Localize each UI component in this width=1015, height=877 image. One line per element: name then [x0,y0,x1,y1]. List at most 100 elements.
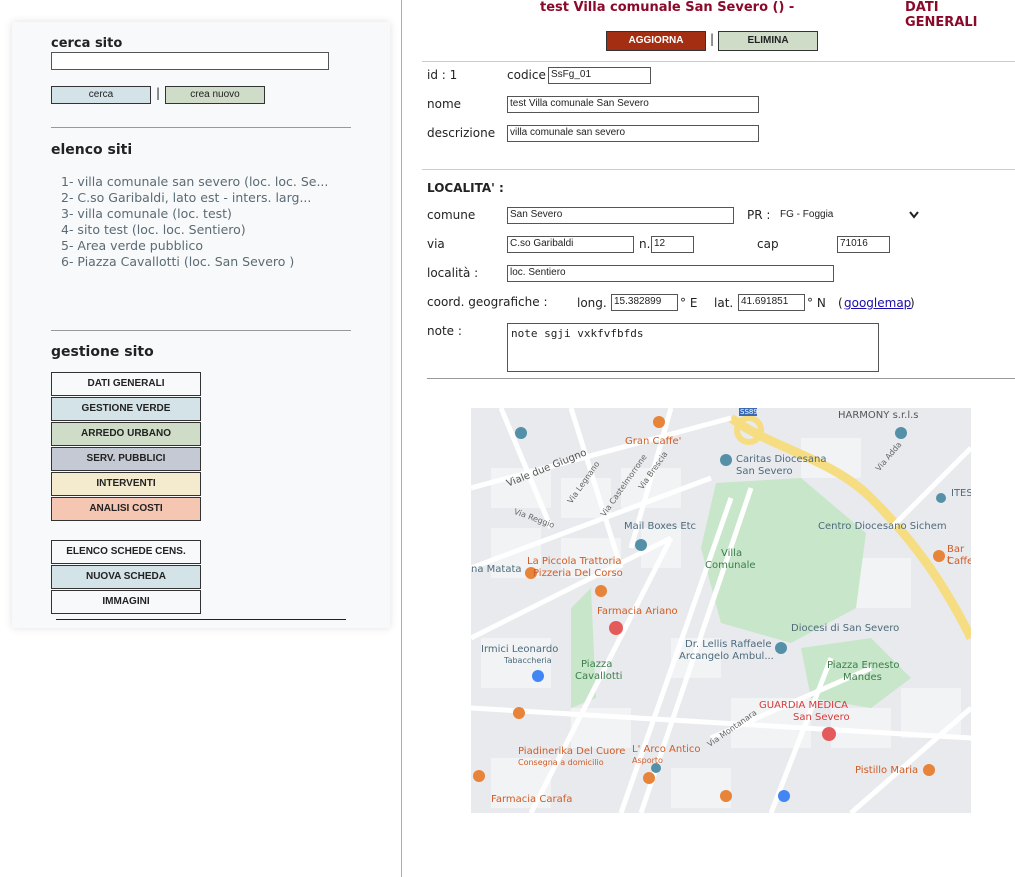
map-label: Farmacia Carafa [491,794,573,805]
note-textarea[interactable]: note sgji vxkfvfbfds [507,323,879,372]
number-label: n. [639,237,651,251]
name-field[interactable]: test Villa comunale San Severo [507,96,759,113]
divider [422,61,1015,62]
map-label: L' Arco Antico [632,744,701,755]
localita-field[interactable]: loc. Sentiero [507,265,834,282]
map-label: Tabaccheria [504,656,552,665]
map-label: San Severo [793,712,850,723]
menu-immagini[interactable]: IMMAGINI [51,590,201,614]
menu-arredo-urbano[interactable]: ARREDO URBANO [51,422,201,446]
map-label: Pistillo Maria [855,765,919,776]
coord-label: coord. geografiche : [427,295,548,309]
menu-interventi[interactable]: INTERVENTI [51,472,201,496]
latitude-field[interactable]: 41.691851 [738,294,805,311]
googlemap-link[interactable]: googlemap [844,296,911,310]
google-map[interactable]: Gran Caffe' Caritas Diocesana San Severo… [471,408,971,813]
number-field[interactable]: 12 [651,236,694,253]
map-label: na Matata [471,564,522,575]
description-label: descrizione [427,126,496,140]
site-list-item[interactable]: 5- Area verde pubblico [61,238,328,254]
divider [427,378,1015,379]
site-list-item[interactable]: 2- C.so Garibaldi, lato est - inters. la… [61,190,328,206]
search-heading: cerca sito [51,36,123,51]
description-field[interactable]: villa comunale san severo [507,125,759,142]
site-list-item[interactable]: 3- villa comunale (loc. test) [61,206,328,222]
menu-dati-generali[interactable]: DATI GENERALI [51,372,201,396]
map-label: Pizzeria Del Corso [533,568,623,579]
site-list-item[interactable]: 4- sito test (loc. loc. Sentiero) [61,222,328,238]
menu-nuova-scheda[interactable]: NUOVA SCHEDA [51,565,201,589]
paren-close: ) [910,296,915,310]
chevron-down-icon [909,211,919,219]
map-label: Cavallotti [575,671,623,682]
map-label: Piazza [581,659,613,670]
id-label: id : 1 [427,68,458,82]
code-field[interactable]: SsFg_01 [548,67,651,84]
comune-field[interactable]: San Severo [507,207,734,224]
cap-field[interactable]: 71016 [837,236,890,253]
map-label: Gran Caffe' [625,436,682,447]
site-list: 1- villa comunale san severo (loc. loc. … [61,174,328,270]
button-separator: | [156,86,161,100]
sites-heading: elenco siti [51,142,133,158]
map-label: Caritas Diocesana [736,454,827,465]
site-list-item[interactable]: 6- Piazza Cavallotti (loc. San Severo ) [61,254,328,270]
map-label: Piadinerika Del Cuore [518,746,626,757]
create-new-button[interactable]: crea nuovo [165,86,265,104]
note-label: note : [427,324,462,338]
comune-label: comune [427,208,476,222]
menu-gestione-verde[interactable]: GESTIONE VERDE [51,397,201,421]
longitude-label: long. [577,296,607,310]
map-label: SS89 [740,408,758,416]
map-label: Asporto [632,756,663,765]
location-heading: LOCALITA' : [427,181,504,195]
delete-button[interactable]: ELIMINA [718,31,818,51]
map-label: La Piccola Trattoria [527,556,622,567]
map-label: Diocesi di San Severo [791,623,900,634]
map-label: San Severo [736,466,793,477]
map-label: Dr. Lellis Raffaele [685,639,772,650]
map-label: GUARDIA MEDICA [759,700,848,711]
map-label: Villa [721,548,743,559]
page-title: test Villa comunale San Severo () - [540,0,795,15]
menu-analisi-costi[interactable]: ANALISI COSTI [51,497,201,521]
map-label: Mandes [843,672,882,683]
menu-elenco-schede[interactable]: ELENCO SCHEDE CENS. [51,540,201,564]
via-field[interactable]: C.so Garibaldi [507,236,634,253]
longitude-field[interactable]: 15.382899 [611,294,678,311]
map-label: Comunale [705,560,756,571]
menu-serv-pubblici[interactable]: SERV. PUBBLICI [51,447,201,471]
map-label: Consegna a domicilio [518,758,604,767]
code-label: codice [507,68,546,82]
search-button[interactable]: cerca [51,86,151,104]
divider [56,619,346,620]
map-label: Arcangelo Ambul... [679,651,774,662]
divider [51,127,351,128]
divider [51,330,351,331]
management-heading: gestione sito [51,344,154,360]
map-label: Irmici Leonardo [481,644,559,655]
section-title: DATI GENERALI [905,0,978,30]
via-label: via [427,237,445,251]
latitude-label: lat. [714,296,734,310]
site-list-item[interactable]: 1- villa comunale san severo (loc. loc. … [61,174,328,190]
map-label: Caffe [947,556,971,567]
map-label: Farmacia Ariano [597,606,678,617]
map-label: Mail Boxes Etc [624,521,697,532]
east-label: ° E [680,296,698,310]
left-panel: cerca sito cerca | crea nuovo elenco sit… [12,22,390,628]
map-label: ITES [951,488,971,499]
province-select[interactable]: FG - Foggia [778,206,923,224]
pr-label: PR : [747,208,771,222]
north-label: ° N [807,296,826,310]
search-input[interactable] [51,52,329,70]
map-label: Piazza Ernesto [827,660,900,671]
paren-open: ( [838,296,843,310]
update-button[interactable]: AGGIORNA [606,31,706,51]
name-label: nome [427,97,462,111]
province-select-value: FG - Foggia [780,209,834,220]
map-label: HARMONY s.r.l.s [838,410,919,421]
cap-label: cap [757,237,779,251]
map-label: Centro Diocesano Sichem [818,521,947,532]
button-separator: | [710,32,715,46]
